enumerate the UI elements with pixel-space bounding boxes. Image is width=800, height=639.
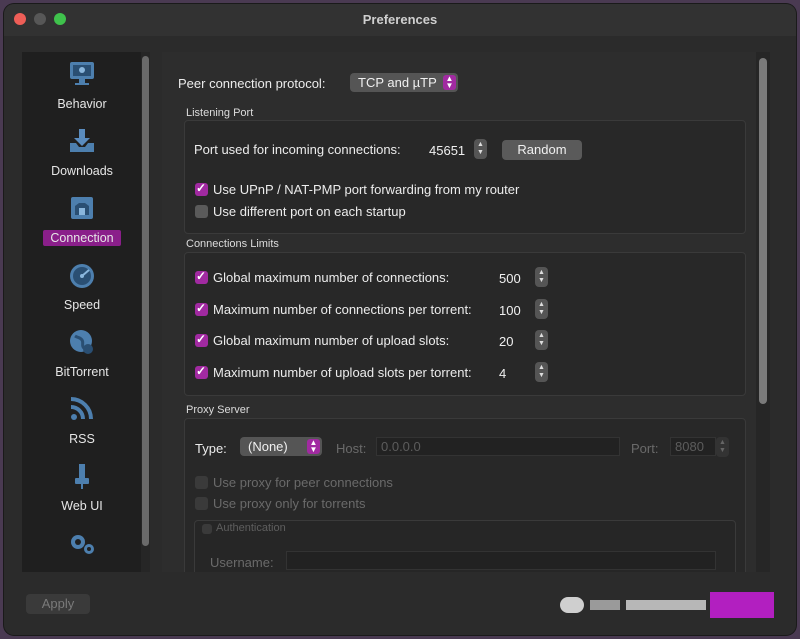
sidebar-item-label: Web UI xyxy=(61,499,103,513)
apply-button[interactable]: Apply xyxy=(26,594,90,614)
proxy-server-title: Proxy Server xyxy=(186,404,250,416)
global-upload-slots-checkbox[interactable] xyxy=(195,332,208,347)
sidebar-item-label: Behavior xyxy=(57,97,107,111)
sidebar-item-bittorrent[interactable]: BitTorrent xyxy=(22,322,142,389)
protocol-select[interactable]: TCP and µTP ▲ ▼ xyxy=(350,73,458,92)
network-icon xyxy=(22,192,142,224)
speedometer-icon xyxy=(22,259,142,291)
different-port-label: Use different port on each startup xyxy=(213,204,406,219)
global-connections-label: Global maximum number of connections: xyxy=(213,270,450,285)
proxy-torrents-label: Use proxy only for torrents xyxy=(213,496,366,511)
sidebar-item-downloads[interactable]: Downloads xyxy=(22,121,142,188)
sidebar-item-label: Connection xyxy=(22,230,142,246)
sidebar-item-behavior[interactable]: Behavior xyxy=(22,54,142,121)
sidebar-scrollbar[interactable] xyxy=(142,56,149,546)
watermark-logo xyxy=(560,592,774,618)
port-value[interactable]: 45651 xyxy=(429,143,465,158)
connections-limits-title: Connections Limits xyxy=(186,238,279,250)
global-upload-slots-label: Global maximum number of upload slots: xyxy=(213,333,450,348)
global-upload-slots-value[interactable]: 20 xyxy=(499,334,513,349)
username-label: Username: xyxy=(210,555,274,570)
sidebar-item-webui[interactable]: Web UI xyxy=(22,456,142,523)
sidebar-item-rss[interactable]: RSS xyxy=(22,389,142,456)
upnp-label: Use UPnP / NAT-PMP port forwarding from … xyxy=(213,182,520,197)
popup-arrows-icon: ▲ ▼ xyxy=(443,75,456,90)
proxy-torrents-checkbox[interactable] xyxy=(195,497,208,510)
authentication-title: Authentication xyxy=(216,522,286,534)
torrent-connections-label: Maximum number of connections per torren… xyxy=(213,302,472,317)
sidebar-item-speed[interactable]: Speed xyxy=(22,255,142,322)
sidebar-item-label: BitTorrent xyxy=(55,365,109,379)
popup-arrows-icon: ▲ ▼ xyxy=(307,439,320,454)
proxy-port-field[interactable]: 8080 xyxy=(670,437,716,456)
global-connections-stepper[interactable]: ▲ ▼ xyxy=(535,267,548,287)
torrent-upload-slots-value[interactable]: 4 xyxy=(499,366,506,381)
protocol-label: Peer connection protocol: xyxy=(178,76,326,91)
proxy-type-value: (None) xyxy=(248,439,288,454)
proxy-port-stepper[interactable]: ▲ ▼ xyxy=(716,437,729,457)
main-scrollbar[interactable] xyxy=(759,58,767,404)
global-connections-checkbox[interactable] xyxy=(195,269,208,284)
torrent-upload-slots-label: Maximum number of upload slots per torre… xyxy=(213,365,472,380)
rss-icon xyxy=(22,393,142,425)
globe-icon xyxy=(22,326,142,358)
listening-port-title: Listening Port xyxy=(186,107,254,119)
sidebar-item-connection[interactable]: Connection xyxy=(22,188,142,255)
proxy-type-label: Type: xyxy=(195,441,227,456)
sidebar-item-advanced[interactable] xyxy=(22,523,142,572)
global-connections-value[interactable]: 500 xyxy=(499,271,521,286)
global-upload-slots-stepper[interactable]: ▲ ▼ xyxy=(535,330,548,350)
proxy-type-select[interactable]: (None) ▲ ▼ xyxy=(240,437,322,456)
torrent-connections-checkbox[interactable] xyxy=(195,301,208,316)
sidebar-item-label: RSS xyxy=(69,432,95,446)
proxy-host-field[interactable]: 0.0.0.0 xyxy=(376,437,620,456)
monitor-icon xyxy=(22,58,142,90)
different-port-checkbox[interactable] xyxy=(195,205,208,218)
upnp-checkbox[interactable] xyxy=(195,181,208,196)
window-title: Preferences xyxy=(362,12,438,27)
port-label: Port used for incoming connections: xyxy=(194,142,401,157)
proxy-peer-label: Use proxy for peer connections xyxy=(213,475,393,490)
sidebar: Behavior Downloads Connection Speed BitT… xyxy=(22,52,142,572)
connection-settings-panel: Peer connection protocol: TCP and µTP ▲ ▼… xyxy=(162,52,756,572)
username-field[interactable] xyxy=(286,551,716,570)
authentication-checkbox[interactable] xyxy=(202,524,212,534)
title-bar: Preferences xyxy=(4,4,796,36)
gears-icon xyxy=(22,527,142,559)
port-stepper[interactable]: ▲ ▼ xyxy=(474,139,487,159)
proxy-peer-checkbox[interactable] xyxy=(195,476,208,489)
torrent-connections-value[interactable]: 100 xyxy=(499,303,521,318)
torrent-connections-stepper[interactable]: ▲ ▼ xyxy=(535,299,548,319)
download-tray-icon xyxy=(22,125,142,157)
selected-label: Connection xyxy=(43,230,121,246)
sidebar-item-label: Downloads xyxy=(51,164,113,178)
torrent-upload-slots-checkbox[interactable] xyxy=(195,364,208,379)
sidebar-item-label: Speed xyxy=(63,298,101,312)
proxy-port-label: Port: xyxy=(631,441,659,456)
proxy-host-label: Host: xyxy=(336,441,367,456)
plug-icon xyxy=(22,460,142,492)
random-port-button[interactable]: Random xyxy=(502,140,582,160)
protocol-value: TCP and µTP xyxy=(358,75,437,90)
torrent-upload-slots-stepper[interactable]: ▲ ▼ xyxy=(535,362,548,382)
